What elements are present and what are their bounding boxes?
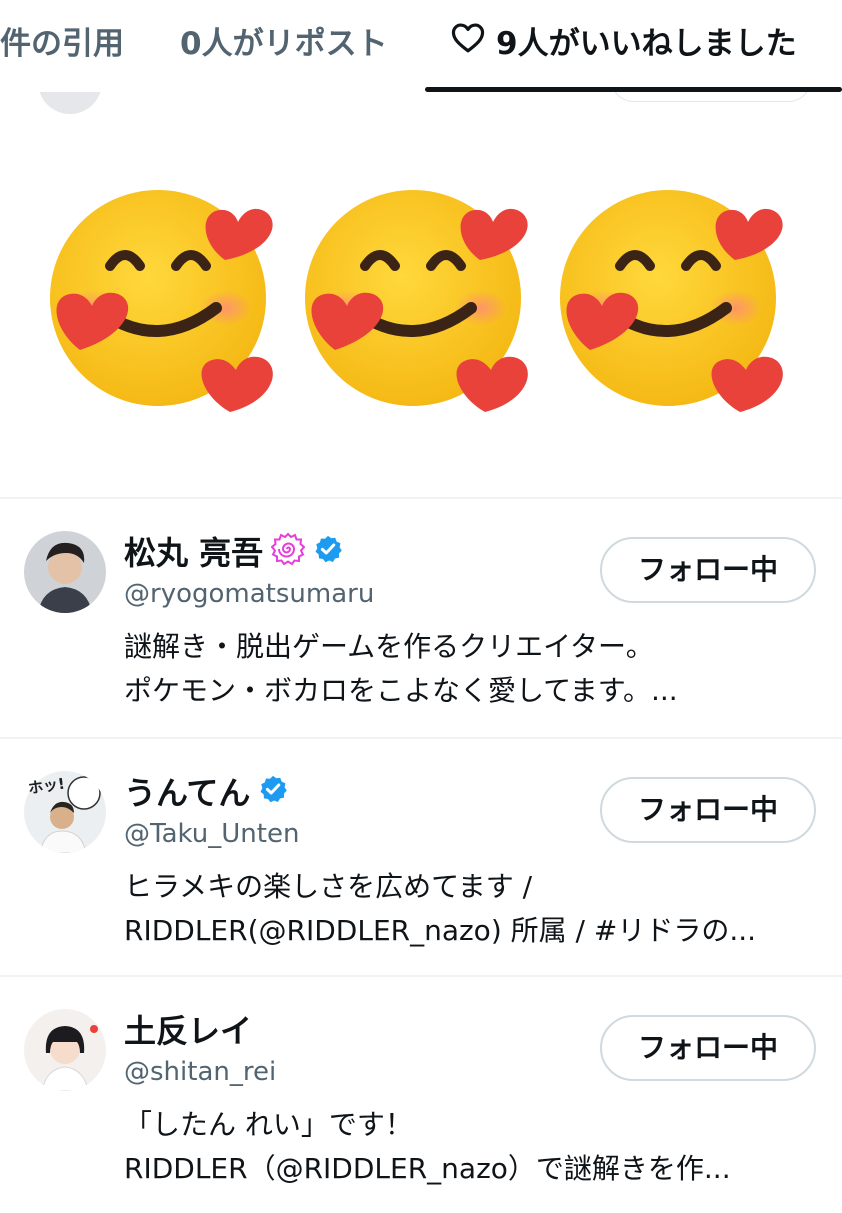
display-name: 松丸 亮吾 [124, 534, 264, 572]
display-name: 土反レイ [124, 1012, 253, 1050]
user-cell[interactable]: 松丸 亮吾 @ryogomatsumaru フォロー中 謎解き・脱出ゲームを作る… [0, 499, 842, 735]
faded-button [610, 92, 812, 102]
tab-bar: 件の引用 0人がリポスト 9人がいいねしました [0, 0, 842, 92]
faded-avatar [38, 92, 102, 114]
smiling-face-with-hearts-icon [50, 190, 273, 412]
tab-quotes[interactable]: 件の引用 [0, 0, 124, 88]
display-name: うんてん [124, 774, 251, 812]
naruto-icon [270, 532, 306, 570]
user-bio: 「したん れい」です！ RIDDLER（@RIDDLER_nazo）で謎解きを作… [124, 1103, 824, 1191]
user-bio: 謎解き・脱出ゲームを作るクリエイター。 ポケモン・ボカロをこよなく愛してます。.… [124, 625, 824, 713]
avatar[interactable] [24, 531, 106, 613]
heart-outline-icon [450, 0, 486, 87]
tab-reposts[interactable]: 0人がリポスト [180, 0, 388, 88]
bio-line: ポケモン・ボカロをこよなく愛してます。... [124, 674, 678, 707]
following-button[interactable]: フォロー中 [600, 1015, 816, 1081]
name-line: うんてん [124, 769, 288, 813]
user-handle: @Taku_Unten [124, 819, 300, 849]
emoji-row [0, 180, 842, 420]
bio-line: 謎解き・脱出ゲームを作るクリエイター。 [124, 630, 654, 663]
tab-likes[interactable]: 9人がいいねしました [450, 0, 797, 88]
scrolled-content-fragment [0, 92, 842, 132]
verified-icon [313, 534, 343, 568]
bio-line: ヒラメキの楽しさを広めてます / [124, 870, 533, 903]
tab-likes-label: 9人がいいねしました [496, 26, 797, 62]
user-handle: @shitan_rei [124, 1057, 277, 1087]
user-bio: ヒラメキの楽しさを広めてます / RIDDLER(@RIDDLER_nazo) … [124, 865, 824, 953]
user-cell[interactable]: 土反レイ @shitan_rei フォロー中 「したん れい」です！ RIDDL… [0, 977, 842, 1213]
smiling-face-with-hearts-icon [560, 190, 783, 412]
avatar[interactable] [24, 1009, 106, 1091]
user-cell[interactable]: ホッ! うんてん @Taku_Unten フォロー中 ヒラメキの楽しさを広めてま… [0, 739, 842, 975]
bio-line: 「したん れい」です！ [124, 1108, 413, 1141]
user-handle: @ryogomatsumaru [124, 579, 375, 609]
name-line: 土反レイ [124, 1007, 252, 1051]
bio-line: RIDDLER（@RIDDLER_nazo）で謎解きを作... [124, 1152, 731, 1185]
smiling-face-with-hearts-icon [305, 190, 528, 412]
verified-icon [258, 774, 288, 808]
bio-line: RIDDLER(@RIDDLER_nazo) 所属 / #リドラの... [124, 914, 757, 947]
following-button[interactable]: フォロー中 [600, 777, 816, 843]
following-button[interactable]: フォロー中 [600, 537, 816, 603]
active-tab-indicator [425, 87, 842, 92]
name-line: 松丸 亮吾 [124, 529, 343, 573]
